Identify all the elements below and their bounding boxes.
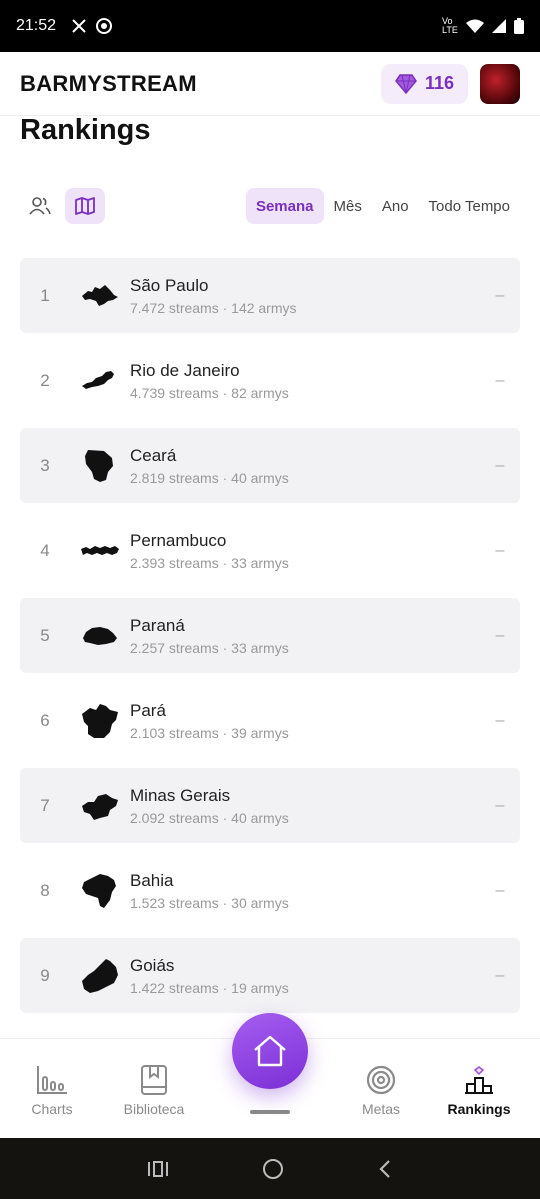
state-map-icon: [82, 284, 118, 306]
trend-indicator: –: [495, 711, 505, 729]
tab-ano[interactable]: Ano: [372, 188, 419, 224]
app-title: BARMYSTREAM: [20, 70, 197, 96]
trend-indicator: –: [495, 541, 505, 559]
trend-indicator: –: [495, 966, 505, 984]
rank-number: 6: [40, 710, 50, 730]
ranking-row[interactable]: 1 São Paulo 7.472 streams · 142 armys –: [20, 258, 520, 333]
home-button[interactable]: [232, 1013, 308, 1089]
recents-icon[interactable]: [147, 1160, 169, 1178]
state-stats: 7.472 streams · 142 armys: [130, 299, 297, 316]
state-name: Rio de Janeiro: [130, 360, 240, 380]
chart-icon: [37, 1066, 67, 1094]
ranking-row[interactable]: 9 Goiás 1.422 streams · 19 armys –: [20, 938, 520, 1013]
nav-charts[interactable]: Charts: [7, 1065, 97, 1117]
state-name: Pará: [130, 700, 166, 720]
ranking-row[interactable]: 8 Bahia 1.523 streams · 30 armys –: [20, 853, 520, 928]
trend-indicator: –: [495, 456, 505, 474]
rank-number: 1: [40, 285, 50, 305]
state-map-icon: [82, 873, 116, 908]
page-title: Rankings: [20, 114, 151, 146]
wifi-icon: [466, 19, 484, 33]
state-stats: 1.523 streams · 30 armys: [130, 894, 289, 911]
library-icon: [141, 1065, 167, 1095]
state-stats: 1.422 streams · 19 armys: [130, 979, 289, 996]
state-map-icon: [82, 370, 114, 389]
state-name: Goiás: [130, 955, 175, 975]
state-name: Pernambuco: [130, 530, 227, 550]
state-stats: 2.103 streams · 39 armys: [130, 724, 289, 741]
tab-semana[interactable]: Semana: [245, 188, 324, 224]
system-nav-bar: [0, 1138, 540, 1199]
nav-goals[interactable]: Metas: [336, 1065, 426, 1117]
nav-library-label: Biblioteca: [123, 1101, 185, 1117]
nav-library[interactable]: Biblioteca: [109, 1065, 199, 1117]
home-icon: [254, 1035, 286, 1067]
gem-icon: [395, 73, 417, 94]
target-icon: [366, 1065, 396, 1095]
nav-rankings[interactable]: Rankings: [434, 1065, 524, 1117]
state-stats: 2.393 streams · 33 armys: [130, 554, 289, 571]
ranking-row[interactable]: 3 Ceará 2.819 streams · 40 armys –: [20, 428, 520, 503]
trend-indicator: –: [495, 286, 505, 304]
view-users-toggle[interactable]: [20, 188, 60, 224]
rank-number: 3: [40, 455, 50, 475]
rank-number: 2: [40, 370, 50, 390]
rank-number: 9: [40, 965, 50, 985]
trend-indicator: –: [495, 371, 505, 389]
status-time: 21:52: [16, 17, 57, 34]
ranking-row[interactable]: 5 Paraná 2.257 streams · 33 armys –: [20, 598, 520, 673]
tab-todo-tempo[interactable]: Todo Tempo: [419, 188, 520, 224]
gem-count: 116: [424, 73, 454, 93]
network-label: Vo LTE: [442, 16, 458, 35]
chrome-icon: [96, 18, 113, 34]
rank-number: 7: [40, 795, 50, 815]
state-stats: 2.819 streams · 40 armys: [130, 469, 289, 486]
state-name: Minas Gerais: [130, 785, 231, 805]
rank-number: 5: [40, 625, 50, 645]
nav-rankings-label: Rankings: [447, 1101, 511, 1117]
users-icon: [29, 197, 51, 215]
filter-bar: Semana Mês Ano Todo Tempo: [20, 188, 520, 224]
state-stats: 2.092 streams · 40 armys: [130, 809, 289, 826]
ranking-row[interactable]: 7 Minas Gerais 2.092 streams · 40 armys –: [20, 768, 520, 843]
state-map-icon: [85, 449, 113, 482]
back-icon[interactable]: [377, 1159, 393, 1179]
map-icon: [75, 197, 95, 215]
signal-icon: [492, 19, 506, 33]
period-tabs: Semana Mês Ano Todo Tempo: [245, 188, 520, 224]
trend-indicator: –: [495, 796, 505, 814]
ranking-row[interactable]: 2 Rio de Janeiro 4.739 streams · 82 armys…: [20, 343, 520, 418]
rank-number: 8: [40, 880, 50, 900]
tab-mes[interactable]: Mês: [324, 188, 372, 224]
app-bar: BARMYSTREAM 116: [0, 52, 540, 116]
nav-goals-label: Metas: [361, 1101, 401, 1117]
battery-icon: [514, 18, 524, 34]
state-stats: 2.257 streams · 33 armys: [130, 639, 289, 656]
rank-number: 4: [40, 540, 50, 560]
state-map-icon: [83, 626, 117, 645]
x-icon: [72, 19, 86, 33]
state-map-icon: [82, 793, 118, 820]
avatar[interactable]: [480, 63, 520, 104]
trend-indicator: –: [495, 626, 505, 644]
view-map-toggle[interactable]: [65, 188, 105, 224]
status-bar: 21:52 Vo LTE: [0, 0, 540, 52]
state-map-icon: [81, 545, 119, 555]
home-indicator: [250, 1110, 290, 1114]
ranking-row[interactable]: 6 Pará 2.103 streams · 39 armys –: [20, 683, 520, 758]
nav-charts-label: Charts: [31, 1101, 73, 1117]
podium-icon: [465, 1066, 493, 1094]
home-circle-icon[interactable]: [262, 1158, 284, 1180]
state-map-icon: [82, 703, 118, 738]
ranking-row[interactable]: 4 Pernambuco 2.393 streams · 33 armys –: [20, 513, 520, 588]
state-map-icon: [82, 958, 118, 993]
gem-balance-button[interactable]: 116: [380, 63, 468, 104]
ranking-list: 1 São Paulo 7.472 streams · 142 armys – 2…: [20, 258, 520, 1023]
trend-indicator: –: [495, 881, 505, 899]
state-stats: 4.739 streams · 82 armys: [130, 384, 289, 401]
state-name: Bahia: [130, 870, 174, 890]
state-name: Paraná: [130, 615, 185, 635]
state-name: Ceará: [130, 445, 177, 465]
state-name: São Paulo: [130, 275, 209, 295]
